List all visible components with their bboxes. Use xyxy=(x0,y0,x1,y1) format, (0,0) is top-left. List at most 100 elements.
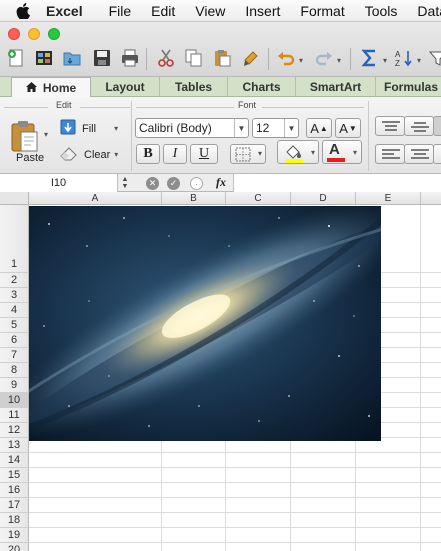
align-top-button[interactable] xyxy=(375,116,405,136)
tab-tables[interactable]: Tables xyxy=(160,77,228,97)
autosum-dropdown-icon[interactable]: ▾ xyxy=(383,56,387,65)
column-header-f[interactable] xyxy=(421,192,441,205)
cancel-entry-icon[interactable]: ✕ xyxy=(146,177,159,190)
menu-format[interactable]: Format xyxy=(300,3,344,19)
format-painter-icon[interactable] xyxy=(242,48,262,68)
autosum-icon[interactable] xyxy=(360,48,380,68)
fill-button[interactable]: Fill ▾ xyxy=(60,119,118,138)
align-middle-button[interactable] xyxy=(404,116,434,136)
align-right-button[interactable] xyxy=(433,144,441,164)
row-header[interactable]: 3 xyxy=(0,288,29,303)
print-icon[interactable] xyxy=(120,48,140,68)
column-header-e[interactable]: E xyxy=(356,192,421,205)
cut-icon[interactable] xyxy=(156,48,176,68)
galaxy-image[interactable] xyxy=(29,206,381,441)
column-header-c[interactable]: C xyxy=(226,192,291,205)
row-header[interactable]: 16 xyxy=(0,483,29,498)
save-icon[interactable] xyxy=(92,48,112,68)
close-window-button[interactable] xyxy=(8,28,20,40)
highlight-button[interactable]: ▾ xyxy=(277,140,319,164)
tab-layout[interactable]: Layout xyxy=(91,77,160,97)
formula-builder-icon[interactable]: · xyxy=(190,177,203,190)
align-bottom-button[interactable] xyxy=(433,116,441,136)
font-color-button[interactable]: A ▾ xyxy=(322,140,362,164)
paste-button[interactable] xyxy=(10,119,40,153)
bold-button[interactable]: B xyxy=(136,144,160,164)
row-header[interactable]: 7 xyxy=(0,348,29,363)
shrink-font-button[interactable]: A ▼ xyxy=(335,118,361,138)
row-header[interactable]: 12 xyxy=(0,423,29,438)
fill-dropdown-icon[interactable]: ▾ xyxy=(114,124,118,133)
menu-data[interactable]: Data xyxy=(417,3,441,19)
chevron-down-icon: ▼ xyxy=(284,119,298,137)
sort-dropdown-icon[interactable]: ▾ xyxy=(417,56,421,65)
undo-dropdown-icon[interactable]: ▾ xyxy=(299,56,303,65)
clear-button[interactable]: Clear ▾ xyxy=(60,145,118,164)
font-size-select[interactable]: 12 ▼ xyxy=(252,118,299,138)
clear-dropdown-icon[interactable]: ▾ xyxy=(114,150,118,159)
row-header[interactable]: 4 xyxy=(0,303,29,318)
row-header[interactable]: 5 xyxy=(0,318,29,333)
name-box[interactable]: I10 xyxy=(0,174,118,192)
column-header-a[interactable]: A xyxy=(29,192,162,205)
column-header-d[interactable]: D xyxy=(291,192,356,205)
font-name-select[interactable]: Calibri (Body) ▼ xyxy=(135,118,249,138)
menu-view[interactable]: View xyxy=(195,3,225,19)
maximize-window-button[interactable] xyxy=(48,28,60,40)
tab-formulas[interactable]: Formulas xyxy=(376,77,441,97)
undo-icon[interactable] xyxy=(276,48,296,68)
row-header[interactable]: 9 xyxy=(0,378,29,393)
borders-button[interactable]: ▾ xyxy=(230,144,266,164)
templates-icon[interactable] xyxy=(34,48,54,68)
fill-down-icon xyxy=(60,119,76,138)
apple-icon[interactable] xyxy=(16,2,30,19)
row-header[interactable]: 2 xyxy=(0,273,29,288)
tab-home[interactable]: Home xyxy=(11,77,91,97)
menu-insert[interactable]: Insert xyxy=(245,3,280,19)
sort-icon[interactable]: AZ xyxy=(394,48,414,68)
grid-line xyxy=(29,452,441,453)
copy-icon[interactable] xyxy=(184,48,204,68)
align-left-button[interactable] xyxy=(375,144,405,164)
redo-dropdown-icon[interactable]: ▾ xyxy=(337,56,341,65)
tab-smartart[interactable]: SmartArt xyxy=(296,77,376,97)
redo-icon[interactable] xyxy=(314,48,334,68)
underline-button[interactable]: U xyxy=(190,144,218,164)
menu-tools[interactable]: Tools xyxy=(365,3,398,19)
italic-button[interactable]: I xyxy=(163,144,187,164)
minimize-window-button[interactable] xyxy=(28,28,40,40)
column-header-b[interactable]: B xyxy=(162,192,226,205)
align-center-button[interactable] xyxy=(404,144,434,164)
fx-icon[interactable]: fx xyxy=(216,175,226,190)
tab-strip-edge xyxy=(0,77,11,97)
paste-dropdown-icon[interactable]: ▾ xyxy=(44,130,48,139)
row-header[interactable]: 1 xyxy=(0,205,29,273)
menu-file[interactable]: File xyxy=(109,3,132,19)
row-header[interactable]: 18 xyxy=(0,513,29,528)
new-workbook-icon[interactable] xyxy=(6,48,26,68)
formula-input[interactable] xyxy=(233,174,441,192)
row-header[interactable]: 14 xyxy=(0,453,29,468)
menu-bar: Excel File Edit View Insert Format Tools… xyxy=(0,0,441,22)
row-header[interactable]: 13 xyxy=(0,438,29,453)
select-all-corner[interactable] xyxy=(0,192,29,205)
row-header[interactable]: 8 xyxy=(0,363,29,378)
row-header[interactable]: 20 xyxy=(0,543,29,551)
row-header[interactable]: 17 xyxy=(0,498,29,513)
row-header[interactable]: 15 xyxy=(0,468,29,483)
open-folder-icon[interactable] xyxy=(62,48,82,68)
paste-icon[interactable] xyxy=(212,48,232,68)
menu-app-name[interactable]: Excel xyxy=(46,3,83,19)
tab-charts[interactable]: Charts xyxy=(228,77,296,97)
confirm-entry-icon[interactable]: ✓ xyxy=(167,177,180,190)
menu-edit[interactable]: Edit xyxy=(151,3,175,19)
row-header[interactable]: 6 xyxy=(0,333,29,348)
decrease-icon: ▼ xyxy=(348,123,357,133)
name-box-stepper[interactable]: ▲ ▼ xyxy=(119,176,131,190)
row-header[interactable]: 11 xyxy=(0,408,29,423)
align-left-icon xyxy=(382,149,400,164)
grow-font-button[interactable]: A ▲ xyxy=(306,118,332,138)
row-header[interactable]: 19 xyxy=(0,528,29,543)
row-header-selected[interactable]: 10 xyxy=(0,393,29,408)
filter-icon[interactable] xyxy=(428,48,441,68)
